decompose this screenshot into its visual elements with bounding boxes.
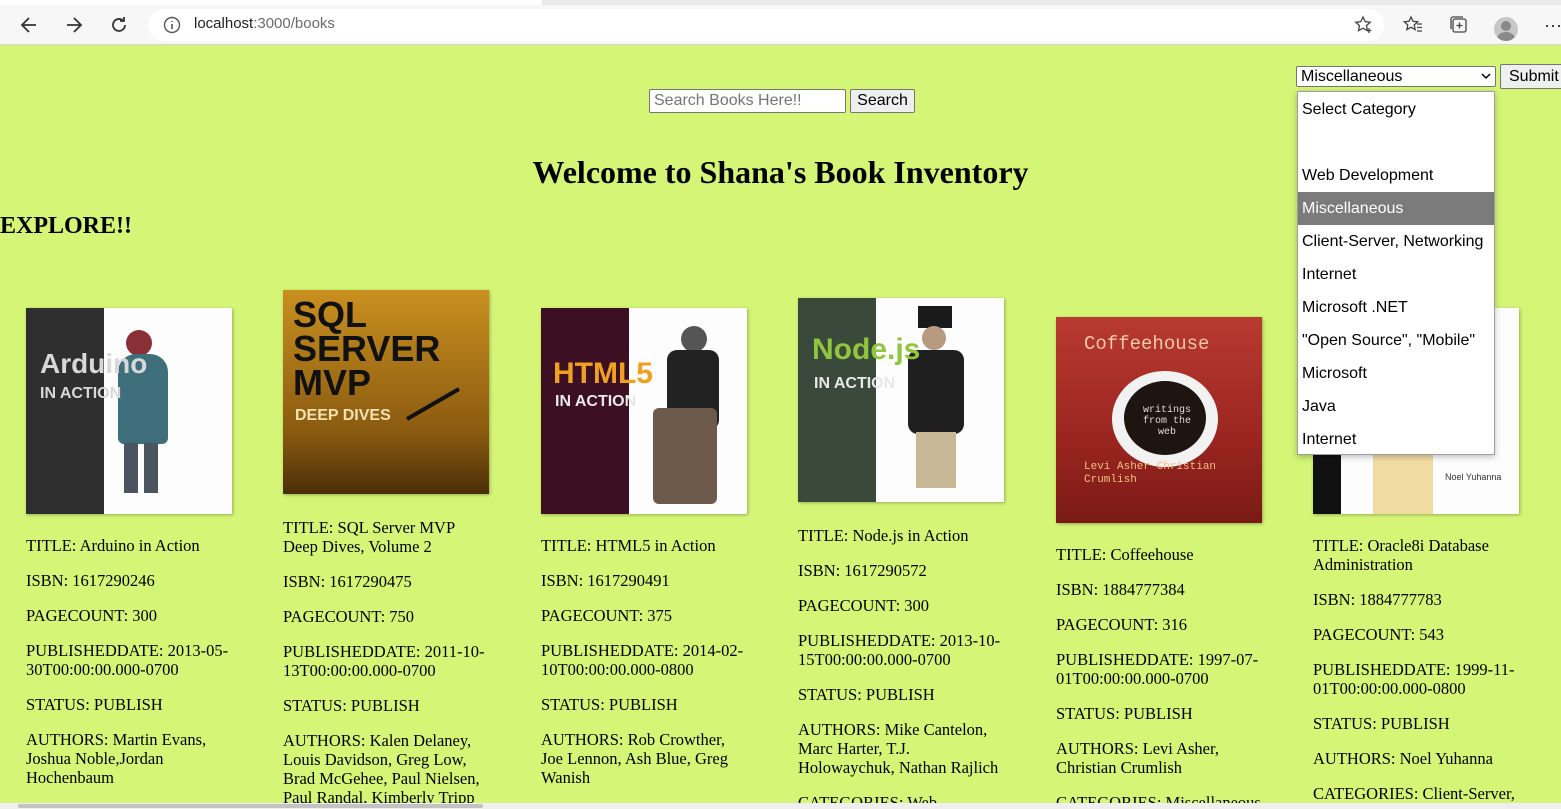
book-published-date: PUBLISHEDDATE: 1999-11-01T00:00:00.000-0… [1313, 660, 1515, 698]
reload-icon [112, 17, 126, 32]
cover-subtitle: writings from the web [1142, 405, 1191, 438]
chevron-down-icon [1481, 73, 1491, 80]
category-option[interactable]: Web Development [1298, 159, 1494, 192]
book-published-date: PUBLISHEDDATE: 2011-10-13T00:00:00.000-0… [283, 642, 485, 680]
book-pagecount: PAGECOUNT: 300 [26, 606, 158, 625]
book-isbn: ISBN: 1617290491 [541, 571, 670, 590]
profile-avatar[interactable] [1494, 17, 1518, 41]
cover-subtitle: IN ACTION [40, 385, 122, 402]
book-published-date: PUBLISHEDDATE: 2014-02-10T00:00:00.000-0… [541, 641, 744, 679]
book-cover-image[interactable]: Arduino IN ACTION [26, 308, 232, 514]
category-option[interactable]: Client-Server, Networking [1298, 225, 1494, 258]
book-cover-image[interactable]: HTML5 IN ACTION [541, 308, 747, 514]
book-isbn: ISBN: 1884777384 [1056, 580, 1185, 599]
cover-subtitle: DEEP DIVES [295, 407, 391, 424]
category-option-selected[interactable]: Miscellaneous [1298, 192, 1494, 225]
book-title: TITLE: Arduino in Action [26, 536, 200, 555]
add-favorite-icon[interactable] [1354, 15, 1374, 35]
category-select[interactable]: Miscellaneous [1296, 66, 1496, 87]
submit-button[interactable]: Submit [1500, 64, 1561, 89]
book-published-date: PUBLISHEDDATE: 2013-05-30T00:00:00.000-0… [26, 641, 229, 679]
book-pagecount: PAGECOUNT: 300 [798, 596, 930, 615]
book-isbn: ISBN: 1617290246 [26, 571, 155, 590]
category-option[interactable]: Internet [1298, 258, 1494, 291]
category-option[interactable]: "Open Source", "Mobile" [1298, 324, 1494, 357]
explore-heading: EXPLORE!! [0, 213, 132, 239]
book-status: STATUS: PUBLISH [541, 695, 678, 714]
more-menu-icon[interactable]: ⋯ [1544, 16, 1561, 37]
category-dropdown-list: Select Category Web Development Miscella… [1297, 91, 1495, 455]
book-title: TITLE: Coffeehouse [1056, 545, 1194, 564]
book-status: STATUS: PUBLISH [1313, 714, 1450, 733]
book-info: TITLE: Arduino in Action ISBN: 161729024… [26, 536, 236, 803]
forward-button[interactable] [59, 10, 89, 40]
url-text: localhost:3000/books [194, 15, 335, 32]
category-select-value: Miscellaneous [1301, 68, 1403, 85]
book-authors: AUTHORS: Martin Evans, Joshua Noble,Jord… [26, 730, 207, 787]
book-isbn: ISBN: 1617290475 [283, 572, 412, 591]
book-pagecount: PAGECOUNT: 316 [1056, 615, 1188, 634]
category-option[interactable] [1298, 126, 1494, 159]
cover-subtitle: IN ACTION [555, 393, 637, 410]
collections-icon[interactable] [1448, 14, 1470, 36]
horizontal-scrollbar[interactable] [0, 803, 1561, 809]
book-pagecount: PAGECOUNT: 543 [1313, 625, 1445, 644]
scrollbar-thumb[interactable] [18, 804, 483, 808]
book-title: TITLE: SQL Server MVP Deep Dives, Volume… [283, 518, 455, 556]
book-title: TITLE: Oracle8i Database Administration [1313, 536, 1489, 574]
book-status: STATUS: PUBLISH [798, 685, 935, 704]
arrow-right-icon [67, 17, 83, 33]
category-option[interactable]: Microsoft [1298, 357, 1494, 390]
book-authors: AUTHORS: Mike Cantelon, Marc Harter, T.J… [798, 720, 999, 777]
category-option[interactable]: Microsoft .NET [1298, 291, 1494, 324]
book-status: STATUS: PUBLISH [1056, 704, 1193, 723]
book-published-date: PUBLISHEDDATE: 1997-07-01T00:00:00.000-0… [1056, 650, 1259, 688]
book-status: STATUS: PUBLISH [283, 696, 420, 715]
browser-toolbar: localhost:3000/books ⋯ [0, 5, 1561, 45]
category-option[interactable]: Select Category [1298, 93, 1494, 126]
book-pagecount: PAGECOUNT: 750 [283, 607, 415, 626]
book-info: TITLE: Node.js in Action ISBN: 161729057… [798, 526, 1008, 809]
book-cover-image[interactable]: Coffeehouse writings from the web Levi A… [1056, 317, 1262, 523]
favorites-icon[interactable] [1402, 14, 1424, 36]
book-title: TITLE: HTML5 in Action [541, 536, 716, 555]
category-option[interactable]: Java [1298, 390, 1494, 423]
book-categories: CATEGORIES: Client-Server, [1313, 784, 1515, 803]
book-isbn: ISBN: 1617290572 [798, 561, 927, 580]
cover-title: Node.js [812, 333, 921, 366]
book-info: TITLE: HTML5 in Action ISBN: 1617290491 … [541, 536, 751, 803]
book-cover-image[interactable]: SQL SERVER MVP DEEP DIVES [283, 290, 489, 494]
reload-button[interactable] [104, 10, 134, 40]
arrow-left-icon [20, 17, 36, 33]
book-authors: AUTHORS: Rob Crowther, Joe Lennon, Ash B… [541, 730, 728, 787]
book-authors: AUTHORS: Levi Asher, Christian Crumlish [1056, 739, 1219, 777]
cover-authors: Levi Asher Christian Crumlish [1084, 461, 1217, 486]
book-info: TITLE: Oracle8i Database Administration … [1313, 536, 1523, 809]
book-published-date: PUBLISHEDDATE: 2013-10-15T00:00:00.000-0… [798, 631, 1001, 669]
book-cover-image[interactable]: Node.js IN ACTION [798, 298, 1004, 502]
book-info: TITLE: SQL Server MVP Deep Dives, Volume… [283, 518, 493, 809]
cover-subtitle: IN ACTION [814, 375, 896, 392]
back-button[interactable] [14, 10, 44, 40]
cover-title: HTML5 [553, 357, 653, 390]
book-pagecount: PAGECOUNT: 375 [541, 606, 673, 625]
cover-title: SQL SERVER MVP [293, 294, 441, 403]
book-title: TITLE: Node.js in Action [798, 526, 969, 545]
book-isbn: ISBN: 1884777783 [1313, 590, 1442, 609]
search-button[interactable]: Search [850, 89, 915, 113]
book-authors: AUTHORS: Kalen Delaney, Louis Davidson, … [283, 731, 480, 807]
book-info: TITLE: Coffeehouse ISBN: 1884777384 PAGE… [1056, 545, 1266, 809]
search-input[interactable] [649, 89, 846, 113]
book-status: STATUS: PUBLISH [26, 695, 163, 714]
page-content: Search Miscellaneous Submit Welcome to S… [0, 46, 1561, 809]
address-bar[interactable]: localhost:3000/books [148, 9, 1384, 41]
cover-title: Arduino [40, 348, 148, 379]
cover-title: Coffeehouse [1084, 333, 1210, 355]
category-option[interactable]: Internet [1298, 423, 1494, 456]
info-icon[interactable] [162, 15, 182, 35]
book-authors: AUTHORS: Noel Yuhanna [1313, 749, 1493, 768]
cover-authors: Noel Yuhanna [1445, 472, 1502, 482]
